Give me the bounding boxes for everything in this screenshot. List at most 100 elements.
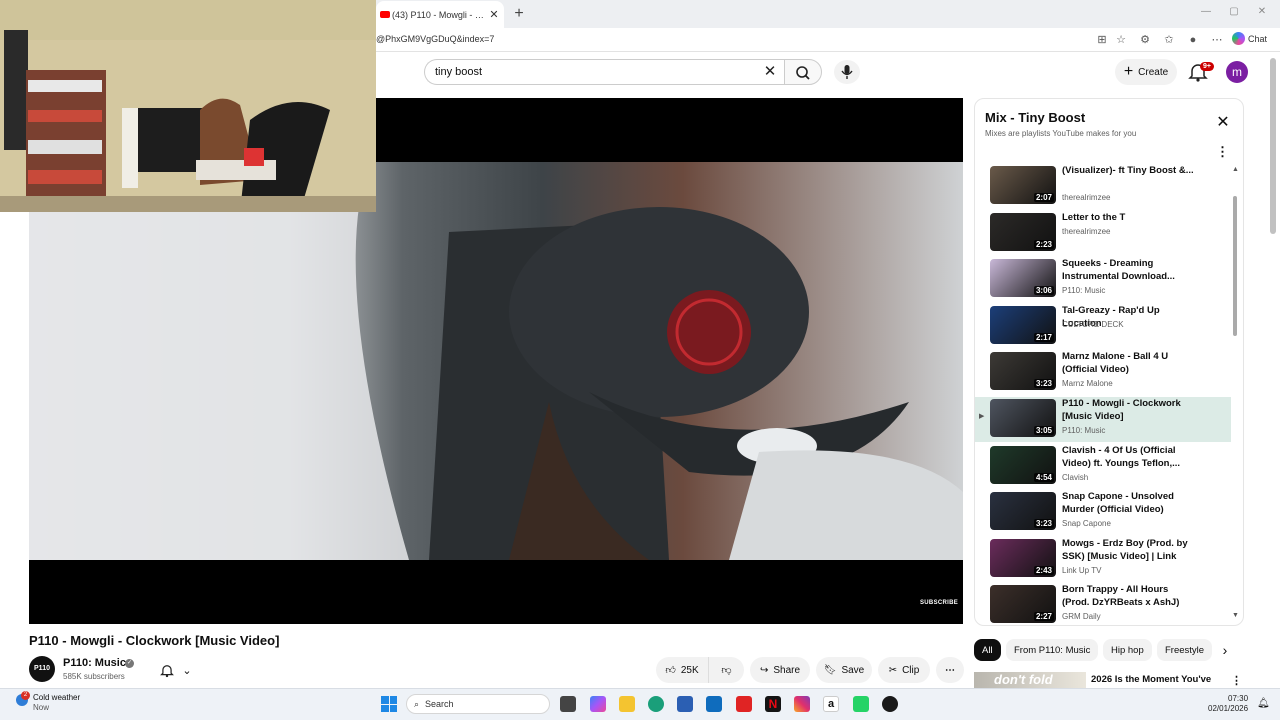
playlist-item-thumbnail[interactable]: 2:07 [990, 166, 1056, 204]
playlist-item-channel: GRM Daily [1062, 612, 1101, 622]
profile-icon[interactable]: ● [1186, 33, 1200, 47]
chip-freestyle[interactable]: Freestyle [1157, 639, 1213, 661]
clip-button[interactable]: ✂ Clip [878, 657, 930, 683]
duration-badge: 4:54 [1033, 472, 1054, 482]
playlist-item-title: Letter to the T [1062, 211, 1126, 223]
playlist-menu-icon[interactable]: ⋮ [1216, 144, 1229, 160]
playlist-item[interactable]: 2:17 Tal-Greazy - Rap'd Up Location CULTUR… [975, 304, 1231, 349]
weather-time: Now [33, 703, 50, 712]
recommendation-title[interactable]: 2026 Is the Moment You've [1091, 674, 1211, 685]
channel-avatar[interactable]: P110 [29, 656, 55, 682]
clear-search-icon[interactable]: ✕ [762, 63, 778, 81]
duration-badge: 2:43 [1033, 565, 1054, 575]
playlist-title: Mix - Tiny Boost [985, 110, 1086, 125]
duration-badge: 3:06 [1033, 286, 1054, 296]
window-close-icon[interactable]: ✕ [1254, 6, 1270, 20]
tab-close-icon[interactable]: ✕ [488, 8, 500, 21]
create-button[interactable]: + Create [1115, 59, 1177, 85]
scroll-down-icon[interactable]: ▼ [1232, 612, 1239, 619]
browser-tab[interactable]: (43) P110 - Mowgli - Clockwo ✕ [376, 1, 504, 28]
playlist-item[interactable]: 2:43 Mowgs - Erdz Boy (Prod. by SSK) [Mus… [975, 537, 1231, 582]
chip-hip-hop[interactable]: Hip hop [1103, 639, 1152, 661]
browser-menu-icon[interactable]: ⋯ [1210, 33, 1224, 47]
weather-label: Cold weather [33, 693, 81, 702]
more-actions-button[interactable]: ⋯ [936, 657, 964, 683]
system-clock[interactable]: 07:30 02/01/2026 [1208, 694, 1248, 714]
scroll-up-icon[interactable]: ▲ [1232, 166, 1239, 173]
voice-search-button[interactable] [834, 60, 860, 84]
playlist-item-thumbnail[interactable]: 3:06 [990, 259, 1056, 298]
account-avatar[interactable]: m [1226, 61, 1248, 83]
new-tab-button[interactable]: + [510, 5, 528, 23]
playlist-scrollbar[interactable] [1233, 196, 1237, 336]
playlist-item[interactable]: 3:23 Marnz Malone - Ball 4 U (Official Vi… [975, 350, 1231, 395]
playlist-item[interactable]: ▶ 3:05 P110 - Mowgli - Clockwork [Music Vi… [975, 397, 1231, 442]
channel-name[interactable]: P110: Music [63, 657, 126, 669]
playlist-item[interactable]: 2:07 (Visualizer)- ft Tiny Boost &... ther… [975, 164, 1231, 209]
amazon-icon[interactable]: a [823, 696, 839, 712]
notification-center-icon[interactable]: 🔔︎ [1257, 698, 1270, 709]
chevron-right-icon[interactable]: › [1216, 641, 1234, 659]
playlist-item[interactable]: 4:54 Clavish - 4 Of Us (Official Video) f… [975, 444, 1231, 489]
minimize-icon[interactable]: — [1198, 6, 1214, 20]
playlist-item-thumbnail[interactable]: 2:17 [990, 305, 1056, 344]
recommendation-thumbnail[interactable]: don't fold [974, 672, 1086, 688]
maximize-icon[interactable]: ▢ [1226, 6, 1242, 20]
edge-browser-icon[interactable] [648, 696, 664, 712]
windows-start-icon[interactable] [381, 696, 397, 712]
playlist-item-thumbnail[interactable]: 4:54 [990, 445, 1056, 484]
playlist-item-thumbnail[interactable]: 2:27 [990, 585, 1056, 624]
chip-from-channel[interactable]: From P110: Music [1006, 639, 1099, 661]
favorites-icon[interactable]: ✩ [1162, 33, 1176, 47]
bookmark-icon: 🔖︎ [823, 664, 837, 676]
chip-all[interactable]: All [974, 639, 1001, 661]
youtube-app-icon[interactable] [736, 696, 752, 712]
playlist-item-channel: Clavish [1062, 472, 1089, 482]
search-button[interactable] [784, 59, 822, 85]
like-button[interactable]: 👍︎ 25K [656, 657, 708, 683]
copilot-app-icon[interactable] [590, 696, 606, 712]
save-button[interactable]: 🔖︎ Save [816, 657, 872, 683]
close-playlist-icon[interactable]: ✕ [1214, 114, 1232, 132]
store-icon[interactable] [677, 696, 693, 712]
playlist-item-thumbnail[interactable]: 2:43 [990, 538, 1056, 577]
more-horizontal-icon: ⋯ [945, 664, 955, 676]
taskbar-search[interactable]: ⌕ Search [406, 694, 550, 714]
playlist-item[interactable]: 3:23 Snap Capone - Unsolved Murder (Offic… [975, 490, 1231, 535]
playlist-item[interactable]: 2:27 Born Trappy - All Hours (Prod. DzYRB… [975, 583, 1231, 626]
app-available-icon[interactable]: ⊞ [1095, 33, 1109, 47]
search-input[interactable]: tiny boost [424, 59, 784, 85]
taskbar-search-label: Search [425, 699, 454, 709]
whatsapp-icon[interactable] [853, 696, 869, 712]
notification-count-badge: 9+ [1200, 62, 1214, 71]
copilot-chat-button[interactable]: Chat [1232, 32, 1267, 45]
playlist-item-title: Born Trappy - All Hours (Prod. DzYRBeats… [1062, 584, 1180, 609]
playlist-item-thumbnail[interactable]: 2:23 [990, 212, 1056, 251]
playlist-item[interactable]: 3:06 Squeeks - Dreaming Instrumental Down… [975, 257, 1231, 302]
instagram-icon[interactable] [794, 696, 810, 712]
share-label: Share [773, 664, 801, 676]
netflix-icon[interactable]: N [765, 696, 781, 712]
recording-app-icon[interactable] [882, 696, 898, 712]
playlist-item-channel: therealrimzee [1062, 193, 1111, 202]
create-label: Create [1138, 66, 1169, 78]
playlist-item-title: Clavish - 4 Of Us (Official Video) ft. Y… [1062, 444, 1181, 469]
weather-widget[interactable]: Cold weather Now [33, 693, 80, 713]
url-text[interactable]: @PhxGM9VgGDuQ&index=7 [376, 34, 494, 44]
task-view-icon[interactable] [560, 696, 576, 712]
favorite-star-icon[interactable]: ☆ [1114, 33, 1128, 47]
extensions-icon[interactable]: ⚙ [1138, 33, 1152, 47]
playlist-item-thumbnail[interactable]: 3:05 [990, 399, 1056, 437]
file-explorer-icon[interactable] [619, 696, 635, 712]
playlist-item-thumbnail[interactable]: 3:23 [990, 492, 1056, 531]
outlook-icon[interactable] [706, 696, 722, 712]
playlist-item-thumbnail[interactable]: 3:23 [990, 352, 1056, 391]
subscription-bell-button[interactable]: ⌄ [150, 657, 202, 683]
share-button[interactable]: ↪ Share [750, 657, 810, 683]
dislike-button[interactable]: 👎︎ [708, 657, 744, 683]
plus-icon: + [1123, 63, 1134, 80]
playlist-item-channel: P110: Music [1062, 286, 1106, 296]
playlist-subtitle: Mixes are playlists YouTube makes for yo… [985, 129, 1137, 138]
playlist-item[interactable]: 2:23 Letter to the T therealrimzee [975, 211, 1231, 256]
recommendation-menu-icon[interactable]: ⋮ [1231, 674, 1242, 687]
